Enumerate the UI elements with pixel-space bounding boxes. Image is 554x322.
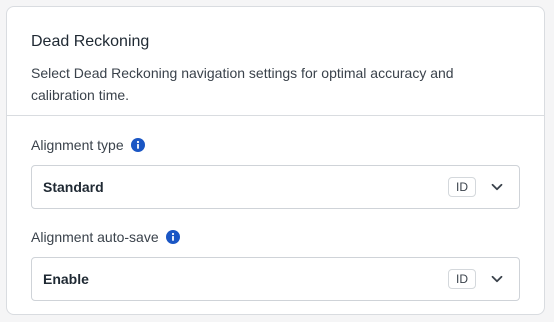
id-badge: ID xyxy=(448,269,476,289)
alignment-auto-save-label: Alignment auto-save xyxy=(31,229,159,245)
alignment-type-label: Alignment type xyxy=(31,137,124,153)
id-badge: ID xyxy=(448,177,476,197)
card-description: Select Dead Reckoning navigation setting… xyxy=(31,65,454,103)
chevron-down-icon[interactable] xyxy=(490,180,504,194)
alignment-type-value: Standard xyxy=(43,179,104,195)
alignment-auto-save-select[interactable]: Enable ID xyxy=(31,257,520,301)
info-icon[interactable] xyxy=(165,230,180,244)
alignment-auto-save-field: Alignment auto-save Enable ID xyxy=(31,227,520,301)
chevron-down-icon[interactable] xyxy=(490,272,504,286)
alignment-auto-save-label-row: Alignment auto-save xyxy=(31,227,520,247)
alignment-auto-save-value: Enable xyxy=(43,271,89,287)
info-icon[interactable] xyxy=(130,138,145,152)
card-body: Alignment type Standard ID Alignment aut… xyxy=(7,116,544,301)
alignment-type-select[interactable]: Standard ID xyxy=(31,165,520,209)
dead-reckoning-card: Dead Reckoning Select Dead Reckoning nav… xyxy=(6,6,545,315)
alignment-type-field: Alignment type Standard ID xyxy=(31,135,520,209)
card-title: Dead Reckoning xyxy=(31,33,150,50)
alignment-type-label-row: Alignment type xyxy=(31,135,520,155)
card-header: Dead Reckoning Select Dead Reckoning nav… xyxy=(7,7,544,116)
